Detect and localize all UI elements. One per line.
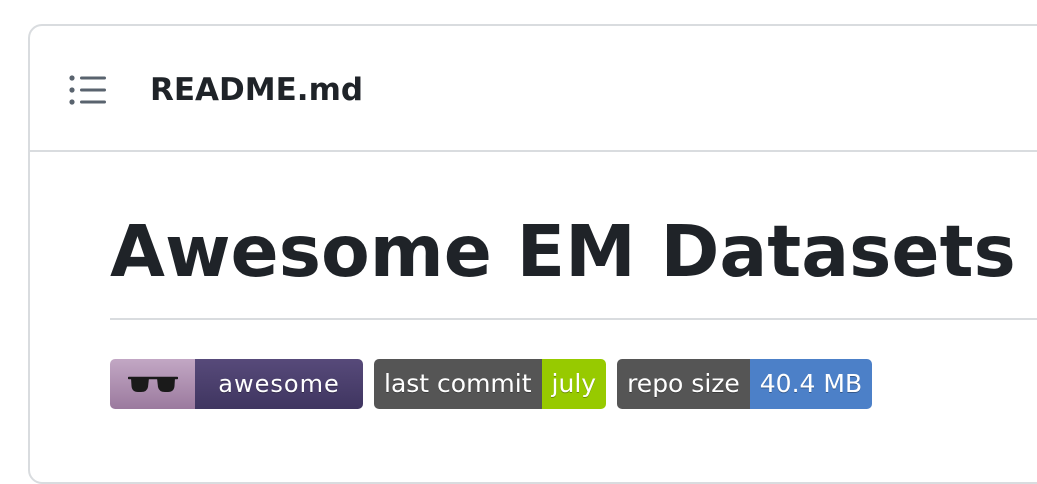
list-unordered-icon[interactable] [68,72,108,108]
awesome-badge-message: awesome [195,359,363,409]
last-commit-badge[interactable]: last commit july [374,359,607,409]
readme-header: README.md [30,26,1037,152]
readme-panel: README.md Awesome EM Datasets awesome la… [28,24,1037,484]
last-commit-badge-message: july [541,359,607,409]
last-commit-badge-label: last commit [374,359,542,409]
sunglasses-icon [110,359,195,409]
badge-row: awesome last commit july repo size 40.4 … [110,359,873,409]
awesome-badge[interactable]: awesome [110,359,363,409]
repo-size-badge[interactable]: repo size 40.4 MB [617,359,873,409]
heading-divider [110,318,1037,320]
repo-size-badge-message: 40.4 MB [749,359,873,409]
page-title: Awesome EM Datasets [110,210,1016,293]
repo-size-badge-label: repo size [617,359,750,409]
readme-file-name[interactable]: README.md [150,70,363,110]
